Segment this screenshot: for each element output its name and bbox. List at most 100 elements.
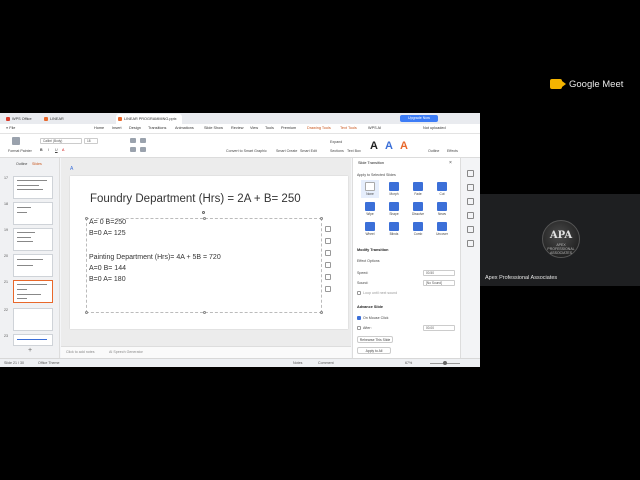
add-slide-icon[interactable]: + <box>28 347 32 354</box>
resize-handle[interactable] <box>85 217 88 220</box>
italic-button[interactable]: I <box>48 148 49 152</box>
after-time-input[interactable]: 00.00 <box>423 325 455 331</box>
sound-select[interactable]: [No Sound] <box>423 280 455 286</box>
format-painter-button[interactable]: Format Painter <box>8 149 32 153</box>
menu-insert[interactable]: Insert <box>112 126 122 130</box>
text-box-selection[interactable] <box>85 217 323 314</box>
current-slide[interactable]: Foundry Department (Hrs) = 2A + B= 250 A… <box>70 176 348 329</box>
menu-drawing-tools[interactable]: Drawing Tools <box>307 126 331 130</box>
bold-button[interactable]: B <box>40 148 43 152</box>
paste-icon[interactable] <box>12 137 20 145</box>
transition-cut[interactable]: Cut <box>433 180 451 198</box>
transition-wheel[interactable]: Wheel <box>361 220 379 238</box>
font-color-button[interactable]: A <box>62 148 64 152</box>
properties-icon[interactable] <box>467 170 474 177</box>
expand-button[interactable]: Expand <box>330 140 342 144</box>
resize-handle[interactable] <box>203 217 206 220</box>
font-family-select[interactable]: Calibri (Body) <box>40 138 82 144</box>
text-effects-button[interactable]: Effects <box>447 149 458 153</box>
bullets-icon[interactable] <box>130 138 136 143</box>
notes-toggle[interactable]: Notes <box>293 361 302 365</box>
tab-document-1[interactable]: LINEAR PROGRAMMING.pptx <box>42 114 102 131</box>
animation-icon[interactable] <box>325 262 331 268</box>
tab-wps-office[interactable]: WPS Office <box>4 114 40 124</box>
menu-wps-ai[interactable]: WPS AI <box>368 126 381 130</box>
notes-area[interactable]: Click to add notes AI Speech Generator <box>61 346 351 358</box>
slide-thumbnail-17[interactable] <box>13 176 53 199</box>
text-style-a-plain[interactable]: A <box>370 140 378 152</box>
slide-thumbnail-21-selected[interactable] <box>13 280 53 303</box>
menu-design[interactable]: Design <box>129 126 141 130</box>
slide-thumbnail-19[interactable] <box>13 228 53 251</box>
text-style-a-orange[interactable]: A <box>400 140 408 152</box>
smart-edit-button[interactable]: Smart Edit <box>300 149 317 153</box>
text-style-a-blue[interactable]: A <box>385 140 393 152</box>
comment-toggle[interactable]: Comment <box>318 361 334 365</box>
menu-review[interactable]: Review <box>231 126 243 130</box>
transition-news[interactable]: News <box>433 200 451 218</box>
close-icon[interactable]: × <box>449 160 452 166</box>
menu-view[interactable]: View <box>250 126 258 130</box>
align-center-icon[interactable] <box>140 147 146 152</box>
underline-button[interactable]: U <box>55 148 58 152</box>
slide-thumbnail-22[interactable] <box>13 308 53 331</box>
tab-slides[interactable]: Slides <box>32 162 42 166</box>
apply-to-all-button[interactable]: Apply to All <box>357 347 391 354</box>
resize-handle[interactable] <box>203 311 206 314</box>
upgrade-button[interactable]: Upgrade Now <box>400 115 438 122</box>
rehearse-slide-button[interactable]: Rehearse This Slide <box>357 336 393 343</box>
slide-thumbnail-23[interactable] <box>13 334 53 346</box>
menu-file[interactable]: ≡ File <box>6 126 15 130</box>
not-uploaded-status[interactable]: Not uploaded <box>423 126 446 130</box>
menu-slide-show[interactable]: Slide Show <box>204 126 223 130</box>
convert-smart-graphic-button[interactable]: Convert to Smart Graphic <box>226 149 267 153</box>
menu-home[interactable]: Home <box>94 126 104 130</box>
backup-icon[interactable] <box>467 240 474 247</box>
ai-icon[interactable] <box>467 226 474 233</box>
theme-name[interactable]: Office Theme <box>38 361 59 365</box>
layout-icon[interactable] <box>325 226 331 232</box>
sections-button[interactable]: Sections <box>330 149 344 153</box>
on-mouse-click-checkbox[interactable] <box>357 316 361 320</box>
transition-comb[interactable]: Comb <box>409 220 427 238</box>
transition-wipe[interactable]: Wipe <box>361 200 379 218</box>
menu-animations[interactable]: Animations <box>175 126 194 130</box>
menu-premium[interactable]: Premium <box>281 126 296 130</box>
shapes-icon[interactable] <box>467 212 474 219</box>
fill-icon[interactable] <box>325 238 331 244</box>
numbering-icon[interactable] <box>140 138 146 143</box>
transition-morph[interactable]: Morph <box>385 180 403 198</box>
slide-thumbnail-18[interactable] <box>13 202 53 225</box>
style-icon[interactable] <box>325 250 331 256</box>
rotate-handle[interactable] <box>202 211 205 214</box>
menu-tools[interactable]: Tools <box>265 126 274 130</box>
crop-icon[interactable] <box>325 274 331 280</box>
loop-checkbox[interactable] <box>357 291 361 295</box>
transition-uncover[interactable]: Uncover <box>433 220 451 238</box>
zoom-slider-knob[interactable] <box>443 361 447 365</box>
slide-thumbnail-20[interactable] <box>13 254 53 277</box>
slide-title[interactable]: Foundry Department (Hrs) = 2A + B= 250 <box>90 193 301 205</box>
transition-shape[interactable]: Shape <box>385 200 403 218</box>
tab-document-active[interactable]: LINEAR PROGRAMMING.pptx <box>116 114 182 124</box>
ai-assist-icon[interactable]: A <box>70 166 73 172</box>
align-left-icon[interactable] <box>130 147 136 152</box>
smart-create-button[interactable]: Smart Create <box>276 149 297 153</box>
resize-handle[interactable] <box>320 217 323 220</box>
text-outline-button[interactable]: Outline <box>428 149 439 153</box>
text-box-button[interactable]: Text Box <box>347 149 361 153</box>
animation-icon[interactable] <box>467 198 474 205</box>
speed-input[interactable]: 00.50 <box>423 270 455 276</box>
transition-dissolve[interactable]: Dissolve <box>409 200 427 218</box>
transition-blinds[interactable]: Blinds <box>385 220 403 238</box>
menu-text-tools[interactable]: Text Tools <box>340 126 357 130</box>
transition-none[interactable]: None <box>361 180 379 198</box>
ai-speech-generator-button[interactable]: AI Speech Generator <box>109 350 143 354</box>
resize-handle[interactable] <box>85 311 88 314</box>
after-checkbox[interactable] <box>357 326 361 330</box>
text-style-icon[interactable] <box>325 286 331 292</box>
menu-transitions[interactable]: Transitions <box>148 126 166 130</box>
font-size-select[interactable]: 18 <box>84 138 98 144</box>
resize-handle[interactable] <box>320 311 323 314</box>
tab-outline[interactable]: Outline <box>16 162 27 166</box>
